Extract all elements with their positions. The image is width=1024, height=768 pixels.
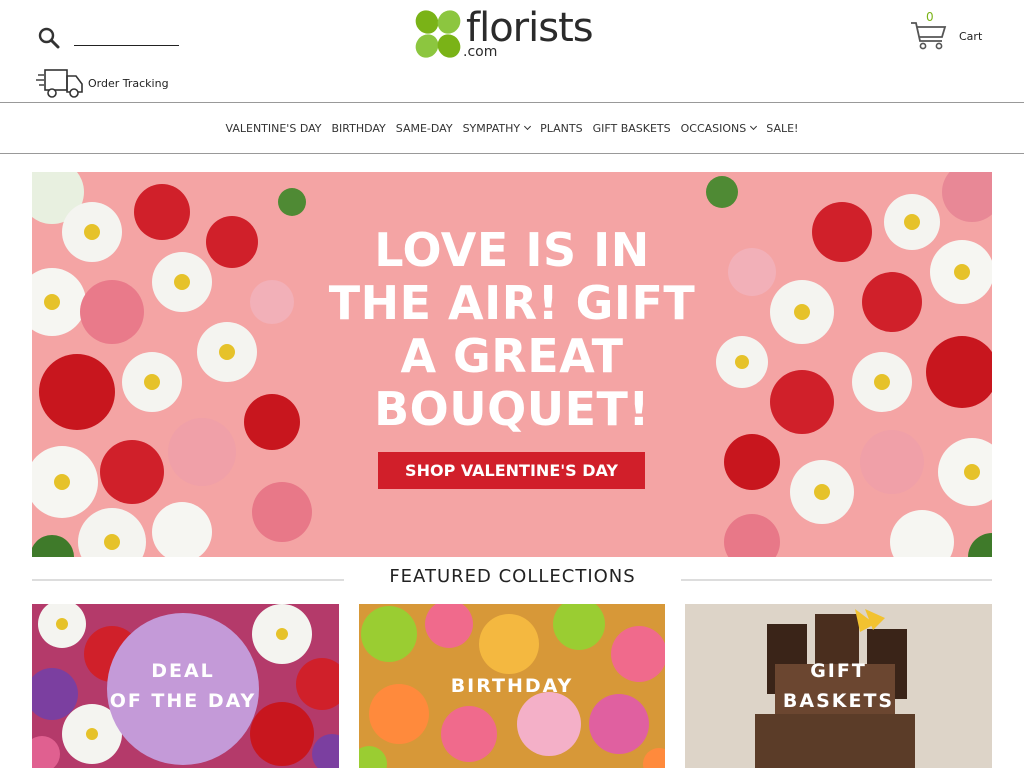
tile-label-line: OF THE DAY <box>109 690 257 712</box>
order-tracking-link[interactable]: Order Tracking <box>36 66 169 100</box>
nav-birthday[interactable]: BIRTHDAY <box>331 122 385 135</box>
valentines-hero-banner[interactable]: LOVE IS IN THE AIR! GIFT A GREAT BOUQUET… <box>32 172 992 557</box>
nav-valentines-day[interactable]: VALENTINE'S DAY <box>226 122 322 135</box>
hero-line: THE AIR! GIFT <box>328 276 696 330</box>
nav-label: VALENTINE'S DAY <box>225 121 322 135</box>
tile-label: GIFT BASKETS <box>685 656 992 716</box>
hero-headline: LOVE IS IN THE AIR! GIFT A GREAT BOUQUET… <box>312 224 712 436</box>
tile-label-line: GIFT <box>810 660 867 682</box>
nav-gift-baskets[interactable]: GIFT BASKETS <box>593 122 671 135</box>
tile-label-line: BIRTHDAY <box>450 675 574 697</box>
divider <box>32 579 344 581</box>
hero-line: A GREAT <box>400 329 624 383</box>
collection-tile-gift-baskets[interactable]: GIFT BASKETS <box>685 604 992 768</box>
search-icon[interactable] <box>38 27 60 49</box>
hero-line: LOVE IS IN <box>374 223 650 277</box>
collection-tile-birthday[interactable]: BIRTHDAY <box>359 604 665 768</box>
chevron-down-icon <box>524 122 532 131</box>
tile-label-line: DEAL <box>151 660 215 682</box>
shop-valentines-day-button[interactable]: SHOP VALENTINE'S DAY <box>378 452 645 489</box>
nav-occasions[interactable]: OCCASIONS <box>680 121 758 135</box>
logo-domain: .com <box>463 44 498 60</box>
nav-label: PLANTS <box>540 121 583 135</box>
tile-label: DEAL OF THE DAY <box>107 656 259 716</box>
divider <box>681 579 992 581</box>
nav-label: SYMPATHY <box>462 121 521 135</box>
nav-label: SAME-DAY <box>395 121 453 135</box>
nav-same-day[interactable]: SAME-DAY <box>396 122 453 135</box>
shopping-cart-icon <box>911 22 947 50</box>
search-input[interactable] <box>74 26 179 46</box>
clover-logo-icon <box>415 10 461 58</box>
nav-label: SALE! <box>766 121 799 135</box>
order-tracking-label: Order Tracking <box>88 76 169 90</box>
collection-tile-deal-of-the-day[interactable]: DEAL OF THE DAY <box>32 604 339 768</box>
nav-sale[interactable]: SALE! <box>766 122 798 135</box>
florists-logo[interactable]: florists .com <box>412 8 612 64</box>
tile-label-line: BASKETS <box>782 690 895 712</box>
cart-button[interactable]: Cart <box>910 10 982 56</box>
tile-label: BIRTHDAY <box>359 671 665 701</box>
logo-wordmark: florists <box>466 5 594 51</box>
nav-plants[interactable]: PLANTS <box>540 122 582 135</box>
delivery-truck-icon <box>36 69 83 98</box>
hero-line: BOUQUET! <box>374 382 650 436</box>
cart-label: Cart <box>959 29 983 43</box>
featured-collections-header: FEATURED COLLECTIONS <box>32 566 992 592</box>
nav-label: OCCASIONS <box>680 121 747 135</box>
nav-label: GIFT BASKETS <box>592 121 671 135</box>
nav-sympathy[interactable]: SYMPATHY <box>462 121 532 135</box>
nav-label: BIRTHDAY <box>331 121 386 135</box>
site-header: florists .com Order Tracking 0 Cart <box>0 0 1024 102</box>
main-nav: VALENTINE'S DAY BIRTHDAY SAME-DAY SYMPAT… <box>0 102 1024 154</box>
section-title: FEATURED COLLECTIONS <box>389 566 636 587</box>
chevron-down-icon <box>750 122 758 131</box>
